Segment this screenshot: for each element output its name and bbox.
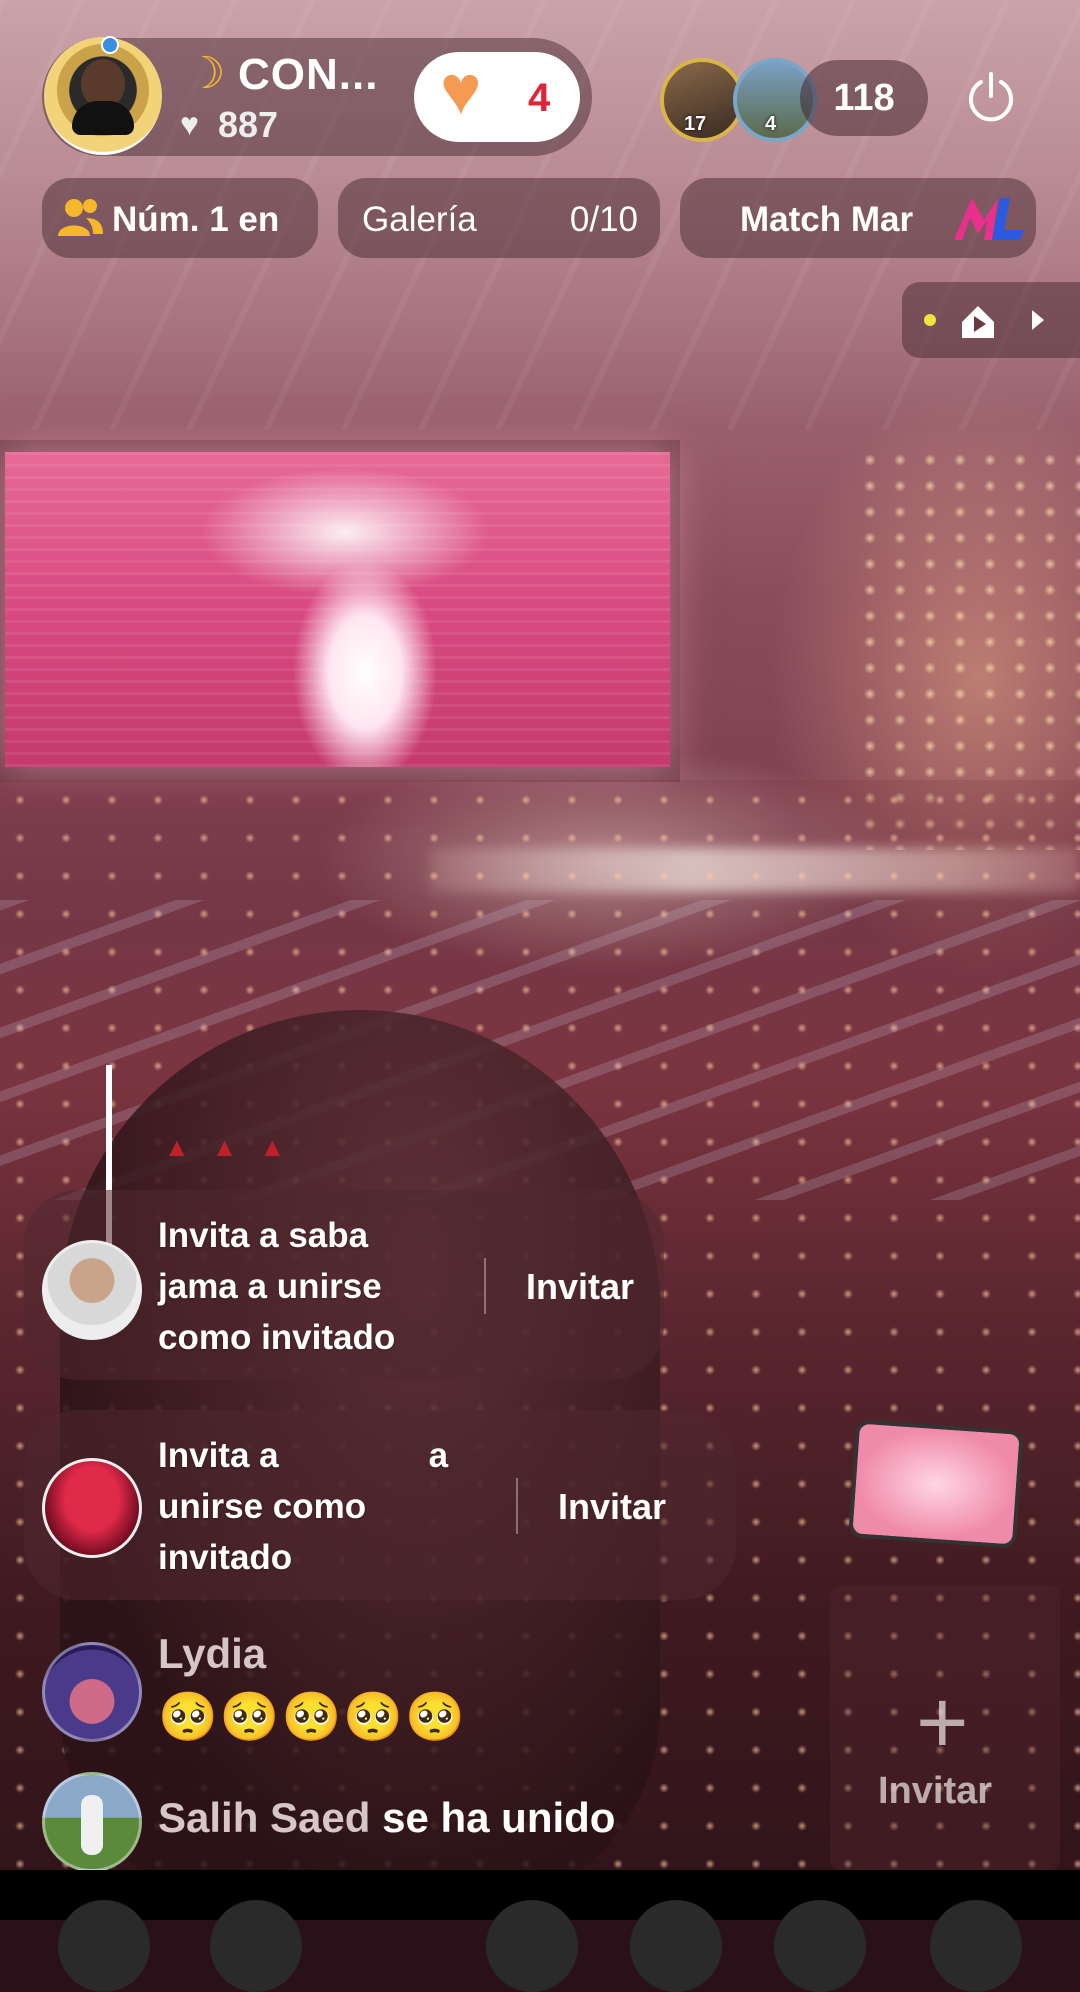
invite-button[interactable]: Invitar <box>558 1486 666 1528</box>
ranking-button[interactable]: Núm. 1 en <box>42 178 318 258</box>
viewer-badge: 17 <box>684 113 707 135</box>
foreground-phone <box>848 1419 1024 1549</box>
moon-icon: ☽ <box>186 49 226 98</box>
invite-user-avatar <box>42 1240 142 1340</box>
toolbar-button[interactable] <box>630 1900 722 1992</box>
match-logo-icon <box>954 198 1024 240</box>
invite-message-line: jama a unirse <box>158 1267 382 1306</box>
people-icon <box>58 199 103 236</box>
viewer-badge: 4 <box>765 113 777 135</box>
top-viewer-avatar[interactable]: 17 <box>660 58 744 142</box>
comment-message: 🥺🥺🥺🥺🥺 <box>158 1691 467 1744</box>
toolbar-button[interactable] <box>210 1900 302 1992</box>
gallery-label: Galería <box>362 200 477 239</box>
invite-message-line: como invitado <box>158 1318 396 1357</box>
match-button[interactable]: Match Mar <box>680 178 1036 258</box>
invite-message-line: invitado <box>158 1538 293 1577</box>
follow-count: 4 <box>528 76 551 120</box>
like-heart-icon: ♥ <box>180 106 199 142</box>
gallery-count: 0/10 <box>569 200 638 239</box>
mini-controls[interactable] <box>902 282 1080 358</box>
toolbar-button[interactable] <box>774 1900 866 1992</box>
host-like-count: 887 <box>218 104 279 145</box>
join-message: se ha unido <box>382 1794 616 1841</box>
power-icon[interactable] <box>964 70 1018 124</box>
toolbar-button[interactable] <box>930 1900 1022 1992</box>
toolbar-button[interactable] <box>486 1900 578 1992</box>
invite-message-part: Invita a <box>158 1436 279 1475</box>
follow-button[interactable] <box>414 52 580 142</box>
avatar-person <box>81 1795 103 1855</box>
host-name: CON... <box>238 50 379 99</box>
join-notice: Salih Saed se ha unido <box>158 1794 615 1842</box>
toolbar-button[interactable] <box>58 1900 150 1992</box>
gallery-button[interactable]: Galería 0/10 <box>338 178 660 258</box>
comment-username[interactable]: Lydia <box>158 1630 266 1678</box>
heart-icon: ♥ <box>440 51 482 129</box>
card-divider <box>516 1478 518 1534</box>
invite-message-line: unirse como <box>158 1487 367 1526</box>
invite-message-line: Invita a a <box>158 1430 488 1481</box>
invite-button[interactable]: Invitar <box>526 1266 634 1308</box>
comment-avatar[interactable] <box>42 1772 142 1872</box>
verified-icon <box>101 36 119 54</box>
host-avatar[interactable] <box>44 37 162 155</box>
card-divider <box>484 1258 486 1314</box>
ranking-label: Núm. 1 en <box>112 200 280 239</box>
invite-message-part: a <box>428 1436 449 1475</box>
invite-message: Invita a a unirse como invitado <box>158 1430 488 1583</box>
viewer-count[interactable]: 118 <box>800 60 928 136</box>
invite-message: Invita a saba jama a unirse como invitad… <box>158 1210 458 1363</box>
plus-icon: + <box>916 1673 969 1773</box>
mini-controls-icons <box>924 306 1044 338</box>
match-label: Match Mar <box>740 200 914 239</box>
decorative-gift-icons: ▲▲▲ <box>164 1132 308 1162</box>
host-avatar-body <box>72 101 134 135</box>
guest-invite-label: Invitar <box>878 1770 993 1812</box>
stage-video-screen <box>5 452 670 767</box>
invite-user-avatar <box>42 1458 142 1558</box>
comment-username[interactable]: Salih Saed <box>158 1794 370 1841</box>
comment-avatar[interactable] <box>42 1642 142 1742</box>
invite-message-line: Invita a saba <box>158 1216 369 1255</box>
